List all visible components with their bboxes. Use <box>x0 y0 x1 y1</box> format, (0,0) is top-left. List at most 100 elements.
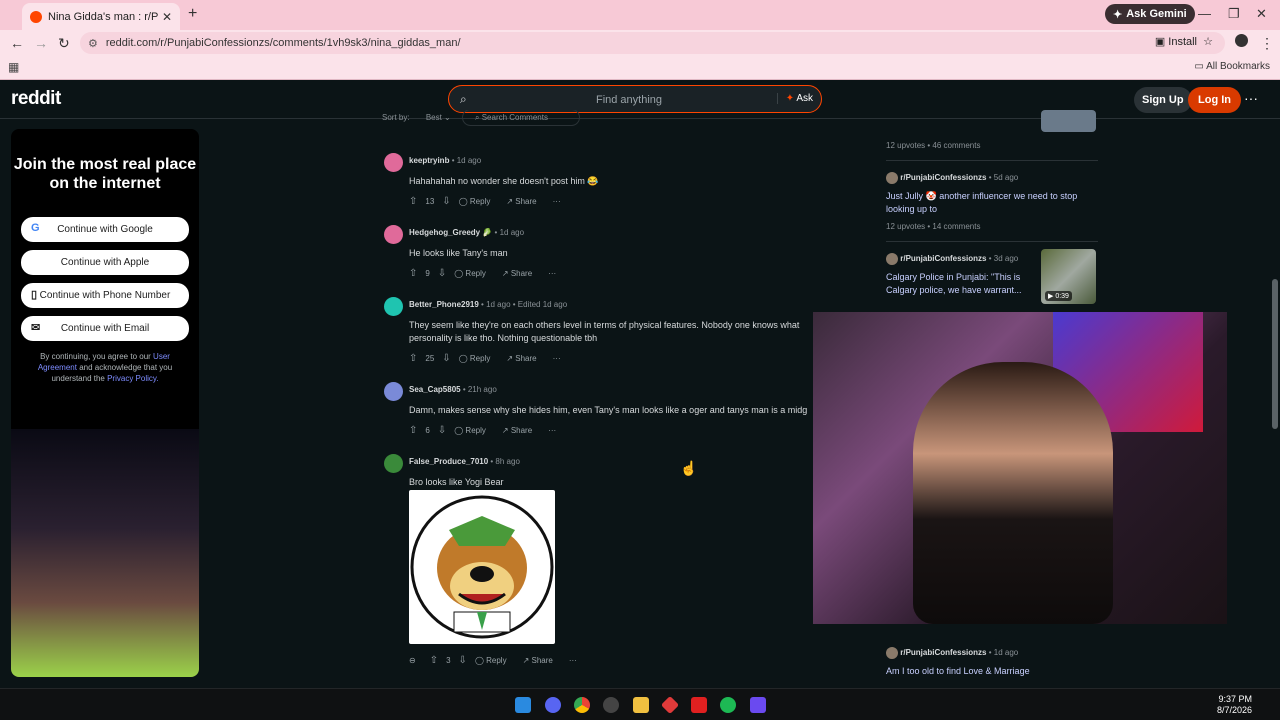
post-title[interactable]: Am I too old to find Love & Marriage <box>886 665 1086 678</box>
avatar[interactable] <box>384 454 403 473</box>
app-grid-icon[interactable] <box>750 697 766 713</box>
file-explorer-icon[interactable] <box>633 697 649 713</box>
downvote-icon[interactable]: ⇩ <box>438 268 446 279</box>
downvote-icon[interactable]: ⇩ <box>438 425 446 436</box>
collapse-icon[interactable]: ⊖ <box>409 656 416 665</box>
continue-with-google-button[interactable]: G Continue with Google <box>21 217 189 242</box>
ask-gemini-button[interactable]: ✦ Ask Gemini <box>1105 4 1195 24</box>
install-button[interactable]: ▣ Install ☆ <box>1155 35 1213 48</box>
video-thumbnail[interactable]: ▶ 0:39 <box>1041 249 1096 304</box>
windows-start-icon[interactable] <box>515 697 531 713</box>
upvote-icon[interactable]: ⇧ <box>409 268 417 279</box>
reply-button[interactable]: ◯ Reply <box>459 197 499 206</box>
upvote-icon[interactable]: ⇧ <box>409 196 417 207</box>
upvote-icon[interactable]: ⇧ <box>430 655 438 666</box>
more-actions-icon[interactable]: ··· <box>548 426 556 435</box>
comment-header: Sea_Cap5805 • 21h ago <box>409 385 497 394</box>
share-button[interactable]: ↗ Share <box>506 354 544 363</box>
avatar[interactable] <box>384 297 403 316</box>
more-actions-icon[interactable]: ··· <box>548 269 556 278</box>
share-button[interactable]: ↗ Share <box>506 197 544 206</box>
post-subreddit[interactable]: r/PunjabiConfessionzs <box>900 173 986 182</box>
post-time: 1d ago <box>993 648 1019 658</box>
sign-up-button[interactable]: Sign Up <box>1134 87 1192 113</box>
all-bookmarks-button[interactable]: ▭ All Bookmarks <box>1194 61 1270 72</box>
upvote-icon[interactable]: ⇧ <box>409 425 417 436</box>
comment-username[interactable]: Sea_Cap5805 <box>409 385 461 394</box>
minimize-icon[interactable]: — <box>1198 6 1211 21</box>
discord-icon[interactable] <box>545 697 561 713</box>
youtube-icon[interactable] <box>691 697 707 713</box>
url-field[interactable]: ⚙ reddit.com/r/PunjabiConfessionzs/comme… <box>80 32 1225 54</box>
continue-with-email-button[interactable]: ✉ Continue with Email <box>21 316 189 341</box>
share-button[interactable]: ↗ Share <box>502 269 540 278</box>
system-clock[interactable]: 9:37 PM 8/7/2026 <box>1217 694 1252 716</box>
chrome-icon[interactable] <box>574 697 590 713</box>
related-post[interactable]: r/PunjabiConfessionzs • 1d ago Am I too … <box>886 647 1098 678</box>
comment-actions: ⊖ ⇧ 3 ⇩ ◯ Reply ↗ Share ··· <box>409 655 585 666</box>
reply-label: Reply <box>469 354 491 363</box>
tab-title: Nina Gidda's man : r/PunjabiCo <box>48 10 158 23</box>
streamer-video <box>913 362 1113 624</box>
apps-grid-icon[interactable]: ▦ <box>8 60 19 74</box>
reply-button[interactable]: ◯ Reply <box>454 426 494 435</box>
post-subreddit[interactable]: r/PunjabiConfessionzs <box>900 254 986 263</box>
yogi-bear-image[interactable] <box>409 490 555 644</box>
post-thumbnail[interactable] <box>1041 110 1096 132</box>
upvote-count: 12 upvotes <box>886 141 926 150</box>
profile-avatar[interactable] <box>1235 34 1248 47</box>
more-actions-icon[interactable]: ··· <box>553 354 561 363</box>
post-subreddit[interactable]: r/PunjabiConfessionzs <box>900 648 986 657</box>
search-bar[interactable]: ⌕ ✦ Ask <box>448 85 822 113</box>
avatar[interactable] <box>384 225 403 244</box>
privacy-policy-link[interactable]: Privacy Policy. <box>107 374 158 383</box>
share-button[interactable]: ↗ Share <box>523 656 561 665</box>
post-title[interactable]: Calgary Police in Punjabi: "This is Calg… <box>886 271 1034 297</box>
scrollbar-thumb[interactable] <box>1272 279 1278 429</box>
new-tab-button[interactable]: + <box>188 5 197 23</box>
comment-username[interactable]: Hedgehog_Greedy <box>409 228 480 237</box>
avatar[interactable] <box>384 153 403 172</box>
reply-button[interactable]: ◯ Reply <box>459 354 499 363</box>
continue-with-apple-button[interactable]: Continue with Apple <box>21 250 189 275</box>
comment-username[interactable]: Better_Phone2919 <box>409 300 479 309</box>
search-input[interactable] <box>479 90 779 110</box>
reply-label: Reply <box>465 269 486 278</box>
sort-label: Sort by: <box>382 113 410 122</box>
spotify-icon[interactable] <box>720 697 736 713</box>
site-info-icon[interactable]: ⚙ <box>88 37 98 50</box>
downvote-icon[interactable]: ⇩ <box>442 353 450 364</box>
more-actions-icon[interactable]: ··· <box>569 656 577 665</box>
sort-dropdown[interactable]: Best <box>426 113 442 122</box>
browser-menu-icon[interactable]: ⋮ <box>1260 35 1274 52</box>
downvote-icon[interactable]: ⇩ <box>442 196 450 207</box>
log-in-button[interactable]: Log In <box>1188 87 1241 113</box>
tab-close-icon[interactable]: ✕ <box>162 10 172 24</box>
related-post[interactable]: r/PunjabiConfessionzs • 5d ago Just Jull… <box>886 172 1098 231</box>
comment-username[interactable]: keeptryinb <box>409 156 449 165</box>
more-options-icon[interactable]: ··· <box>1244 90 1258 106</box>
reply-button[interactable]: ◯ Reply <box>475 656 515 665</box>
reddit-logo[interactable]: reddit <box>11 88 61 110</box>
comment-username[interactable]: False_Produce_7010 <box>409 457 488 466</box>
back-icon[interactable]: ← <box>10 35 24 51</box>
app-icon[interactable] <box>660 695 680 715</box>
continue-with-phone-button[interactable]: ▯ Continue with Phone Number <box>21 283 189 308</box>
settings-icon[interactable] <box>603 697 619 713</box>
downvote-icon[interactable]: ⇩ <box>459 655 467 666</box>
reload-icon[interactable]: ↻ <box>58 35 70 52</box>
post-title[interactable]: Just Jully 🤡 another influencer we need … <box>886 190 1086 216</box>
ask-button[interactable]: ✦ Ask <box>776 93 813 104</box>
share-button[interactable]: ↗ Share <box>502 426 540 435</box>
upvote-icon[interactable]: ⇧ <box>409 353 417 364</box>
comment-search-input[interactable]: ⌕ Search Comments <box>462 110 580 126</box>
comment-time: 1d ago <box>456 156 482 165</box>
restore-icon[interactable]: ❐ <box>1228 6 1240 22</box>
reply-button[interactable]: ◯ Reply <box>454 269 494 278</box>
avatar[interactable] <box>384 382 403 401</box>
forward-icon[interactable]: → <box>34 35 48 51</box>
browser-tab[interactable]: Nina Gidda's man : r/PunjabiCo ✕ <box>22 3 180 30</box>
page-scrollbar[interactable] <box>1270 119 1280 688</box>
window-close-icon[interactable]: ✕ <box>1256 6 1267 22</box>
more-actions-icon[interactable]: ··· <box>553 197 561 206</box>
